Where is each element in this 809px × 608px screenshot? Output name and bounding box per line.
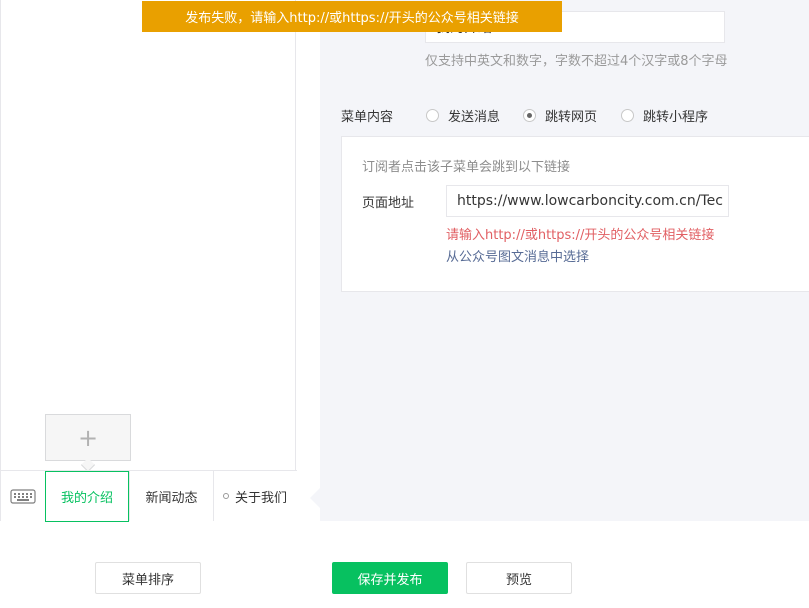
menu-item-my-intro[interactable]: 我的介绍	[45, 471, 129, 522]
radio-send-message[interactable]: 发送消息	[426, 106, 500, 125]
radio-circle	[426, 109, 439, 122]
phone-preview: + 我的介绍 新闻动态 关于我们	[0, 0, 297, 522]
editor-pointer	[310, 486, 322, 510]
page-url-input[interactable]: https://www.lowcarboncity.com.cn/Tec	[446, 185, 729, 217]
error-toast: 发布失败，请输入http://或https://开头的公众号相关链接	[142, 1, 562, 32]
preview-button[interactable]: 预览	[466, 562, 572, 594]
radio-jump-webpage[interactable]: 跳转网页	[523, 106, 597, 125]
menu-editor-page: + 我的介绍 新闻动态 关于我们 我的介绍 仅支持中英文和数字，字数不超过4个汉…	[0, 0, 809, 608]
plus-icon: +	[77, 423, 99, 452]
radio-circle	[621, 109, 634, 122]
page-address-label: 页面地址	[362, 196, 415, 211]
radio-jump-miniprogram[interactable]: 跳转小程序	[621, 106, 708, 125]
menu-sort-button[interactable]: 菜单排序	[95, 562, 201, 594]
menu-item-about-us[interactable]: 关于我们	[213, 471, 296, 521]
menu-content-label: 菜单内容	[341, 110, 394, 125]
submenu-dot-icon	[222, 493, 229, 499]
url-error-message: 请输入http://或https://开头的公众号相关链接	[446, 228, 715, 243]
menu-name-hint: 仅支持中英文和数字，字数不超过4个汉字或8个字母	[425, 54, 728, 69]
select-from-articles-link[interactable]: 从公众号图文消息中选择	[446, 246, 589, 265]
radio-circle-selected	[523, 109, 536, 122]
link-description: 订阅者点击该子菜单会跳到以下链接	[362, 160, 571, 175]
save-publish-button[interactable]: 保存并发布	[332, 562, 448, 594]
keyboard-icon[interactable]	[1, 471, 45, 521]
menu-bar: 我的介绍 新闻动态 关于我们	[1, 470, 297, 522]
menu-item-news[interactable]: 新闻动态	[129, 471, 213, 521]
add-submenu-button[interactable]: +	[45, 414, 131, 461]
